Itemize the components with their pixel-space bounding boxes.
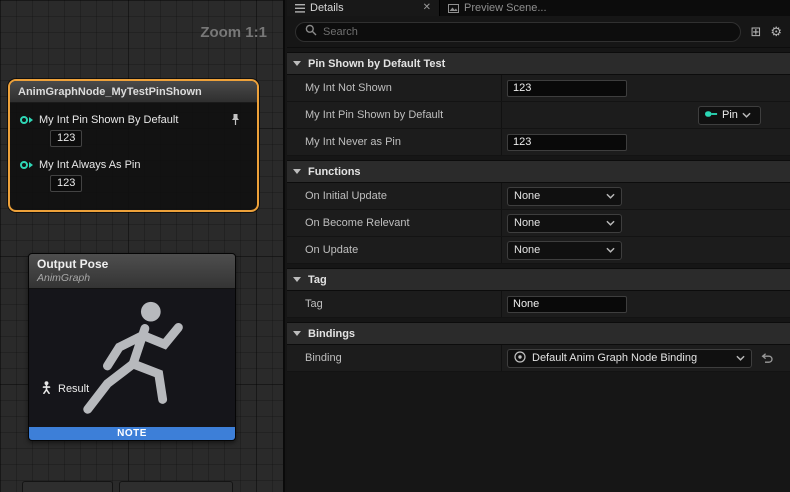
property-label: On Initial Update bbox=[287, 183, 502, 209]
chevron-down-icon bbox=[293, 277, 301, 282]
result-pin-row: Result bbox=[41, 381, 89, 397]
chevron-down-icon bbox=[736, 355, 745, 361]
result-pin-label: Result bbox=[58, 383, 89, 395]
pin-label: My Int Always As Pin bbox=[39, 159, 249, 171]
property-label: On Update bbox=[287, 237, 502, 263]
node-title[interactable]: AnimGraphNode_MyTestPinShown bbox=[10, 81, 257, 103]
chevron-down-icon bbox=[606, 193, 615, 199]
details-icon bbox=[295, 4, 305, 13]
anim-graph-node-mytestpinshown[interactable]: AnimGraphNode_MyTestPinShown My Int Pin … bbox=[8, 79, 259, 212]
pin-thumbtack-icon[interactable] bbox=[230, 113, 241, 126]
anim-graph-canvas[interactable]: Zoom 1:1 AnimGraphNode_MyTestPinShown My… bbox=[0, 0, 285, 492]
pin-row: My Int Pin Shown By Default bbox=[20, 113, 249, 126]
tab-details[interactable]: Details ✕ bbox=[287, 0, 440, 16]
category-header-bindings[interactable]: Bindings bbox=[287, 322, 790, 345]
pin-visibility-dropdown[interactable]: Pin bbox=[698, 106, 761, 125]
on-become-relevant-dropdown[interactable]: None bbox=[507, 214, 622, 233]
tab-label: Details bbox=[310, 2, 344, 14]
tab-preview-scene[interactable]: Preview Scene... bbox=[440, 0, 555, 16]
search-input-wrapper[interactable] bbox=[295, 22, 741, 42]
node-title: Output Pose bbox=[37, 257, 227, 271]
partially-visible-node[interactable] bbox=[119, 481, 233, 492]
details-panel: Details ✕ Preview Scene... ⊞ ⚙ bbox=[287, 0, 790, 492]
tab-label: Preview Scene... bbox=[464, 2, 547, 14]
chevron-down-icon bbox=[606, 220, 615, 226]
property-label: Tag bbox=[287, 291, 502, 317]
on-update-dropdown[interactable]: None bbox=[507, 241, 622, 260]
node-body: Result bbox=[29, 289, 235, 427]
node-subtitle: AnimGraph bbox=[37, 272, 227, 284]
chevron-down-icon bbox=[293, 61, 301, 66]
chevron-down-icon bbox=[293, 331, 301, 336]
pin-icon bbox=[705, 109, 718, 121]
settings-gear-icon[interactable]: ⚙ bbox=[770, 25, 782, 38]
property-row: On Become Relevant None bbox=[287, 210, 790, 237]
search-input[interactable] bbox=[323, 26, 731, 38]
int-input-pin-icon[interactable] bbox=[20, 161, 33, 169]
property-row: My Int Pin Shown by Default Pin bbox=[287, 102, 790, 129]
category-header-tag[interactable]: Tag bbox=[287, 268, 790, 291]
binding-dropdown[interactable]: Default Anim Graph Node Binding bbox=[507, 349, 752, 368]
pin-label: My Int Pin Shown By Default bbox=[39, 114, 224, 126]
property-label: My Int Pin Shown by Default bbox=[287, 102, 502, 128]
property-label: My Int Not Shown bbox=[287, 75, 502, 101]
property-row: My Int Never as Pin bbox=[287, 129, 790, 156]
my-int-not-shown-field[interactable] bbox=[507, 80, 627, 97]
on-initial-update-dropdown[interactable]: None bbox=[507, 187, 622, 206]
int-input-pin-icon[interactable] bbox=[20, 116, 33, 124]
pin-default-value-box[interactable]: 123 bbox=[50, 130, 82, 147]
chevron-down-icon bbox=[293, 169, 301, 174]
pose-pin-icon[interactable] bbox=[41, 381, 52, 397]
display-filter-icon[interactable]: ⊞ bbox=[750, 25, 761, 38]
category-header-functions[interactable]: Functions bbox=[287, 160, 790, 183]
pin-row: My Int Always As Pin bbox=[20, 159, 249, 171]
property-row: On Initial Update None bbox=[287, 183, 790, 210]
property-row: On Update None bbox=[287, 237, 790, 264]
tab-bar: Details ✕ Preview Scene... bbox=[287, 0, 790, 16]
property-row: My Int Not Shown bbox=[287, 75, 790, 102]
property-list: Pin Shown by Default Test My Int Not Sho… bbox=[287, 48, 790, 492]
zoom-level-label: Zoom 1:1 bbox=[200, 24, 267, 41]
preview-scene-icon bbox=[448, 4, 459, 13]
pin-default-value-box[interactable]: 123 bbox=[50, 175, 82, 192]
unreal-editor-window: Zoom 1:1 AnimGraphNode_MyTestPinShown My… bbox=[0, 0, 790, 492]
property-label: Binding bbox=[287, 345, 502, 371]
node-body: My Int Pin Shown By Default 123 My Int A… bbox=[10, 103, 257, 210]
search-toolbar: ⊞ ⚙ bbox=[287, 16, 790, 48]
category-header-pin-shown-by-default-test[interactable]: Pin Shown by Default Test bbox=[287, 52, 790, 75]
property-row: Binding Default Anim Graph Node Binding bbox=[287, 345, 790, 372]
property-label: On Become Relevant bbox=[287, 210, 502, 236]
output-pose-node-header[interactable]: Output Pose AnimGraph bbox=[29, 254, 235, 289]
property-label: My Int Never as Pin bbox=[287, 129, 502, 155]
search-icon bbox=[305, 24, 317, 39]
my-int-never-as-pin-field[interactable] bbox=[507, 134, 627, 151]
close-tab-icon[interactable]: ✕ bbox=[423, 3, 431, 13]
partially-visible-node[interactable] bbox=[22, 481, 113, 492]
running-mannequin-image bbox=[43, 291, 233, 429]
chevron-down-icon bbox=[742, 112, 751, 118]
chevron-down-icon bbox=[606, 247, 615, 253]
property-row: Tag bbox=[287, 291, 790, 318]
binding-icon bbox=[514, 351, 526, 366]
reset-to-default-icon[interactable] bbox=[761, 353, 773, 364]
output-pose-node[interactable]: Output Pose AnimGraph bbox=[28, 253, 236, 441]
tag-field[interactable] bbox=[507, 296, 627, 313]
